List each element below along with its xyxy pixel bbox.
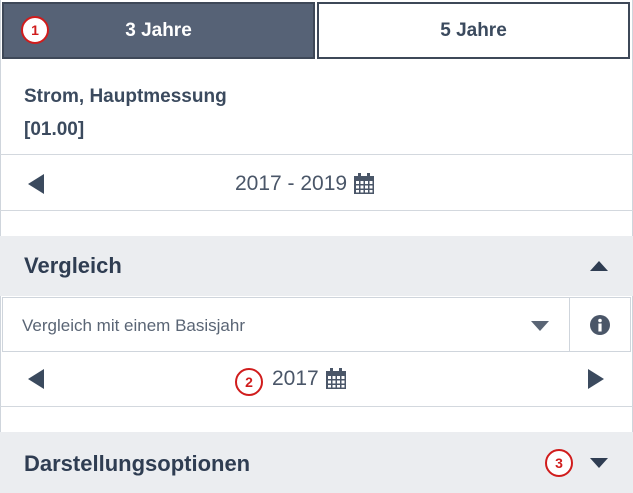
year-prev-button[interactable] [28, 369, 44, 389]
period-prev-button[interactable] [28, 174, 44, 194]
calendar-icon[interactable] [353, 173, 375, 195]
annotation-marker-2: 2 [235, 368, 263, 396]
display-options-section-header[interactable]: Darstellungsoptionen [0, 432, 633, 493]
meter-code: [01.00] [24, 119, 85, 140]
period-range-label: 2017 - 2019 [235, 172, 348, 195]
base-year-navigation: 2017 [0, 353, 633, 405]
caret-down-icon[interactable] [590, 458, 608, 468]
period-navigation: 2017 - 2019 [0, 158, 633, 210]
comparison-mode-select[interactable]: Vergleich mit einem Basisjahr [2, 297, 570, 352]
divider [0, 210, 633, 211]
info-icon [590, 314, 610, 335]
base-year-label: 2017 [272, 367, 319, 390]
annotation-marker-1: 1 [21, 16, 49, 44]
period-length-tabs: 3 Jahre 5 Jahre [0, 0, 633, 62]
year-next-button[interactable] [588, 369, 604, 389]
annotation-marker-3: 3 [545, 449, 573, 477]
chevron-down-icon[interactable] [531, 321, 549, 331]
comparison-section-title: Vergleich [24, 253, 122, 278]
tab-5-jahre[interactable]: 5 Jahre [317, 2, 630, 59]
divider [0, 154, 633, 155]
caret-up-icon[interactable] [590, 261, 608, 271]
info-button[interactable] [570, 297, 631, 352]
comparison-mode-value: Vergleich mit einem Basisjahr [22, 315, 245, 335]
comparison-section-header[interactable]: Vergleich [0, 236, 633, 296]
meter-info: Strom, Hauptmessung [01.00] [24, 80, 227, 146]
tab-5-jahre-label: 5 Jahre [440, 19, 507, 41]
display-options-section-title: Darstellungsoptionen [24, 451, 251, 476]
calendar-icon[interactable] [325, 368, 347, 390]
divider [0, 406, 633, 407]
period-range: 2017 - 2019 [235, 158, 375, 210]
base-year: 2017 [272, 353, 347, 405]
meter-name: Strom, Hauptmessung [24, 86, 227, 107]
tab-3-jahre-label: 3 Jahre [125, 19, 192, 41]
